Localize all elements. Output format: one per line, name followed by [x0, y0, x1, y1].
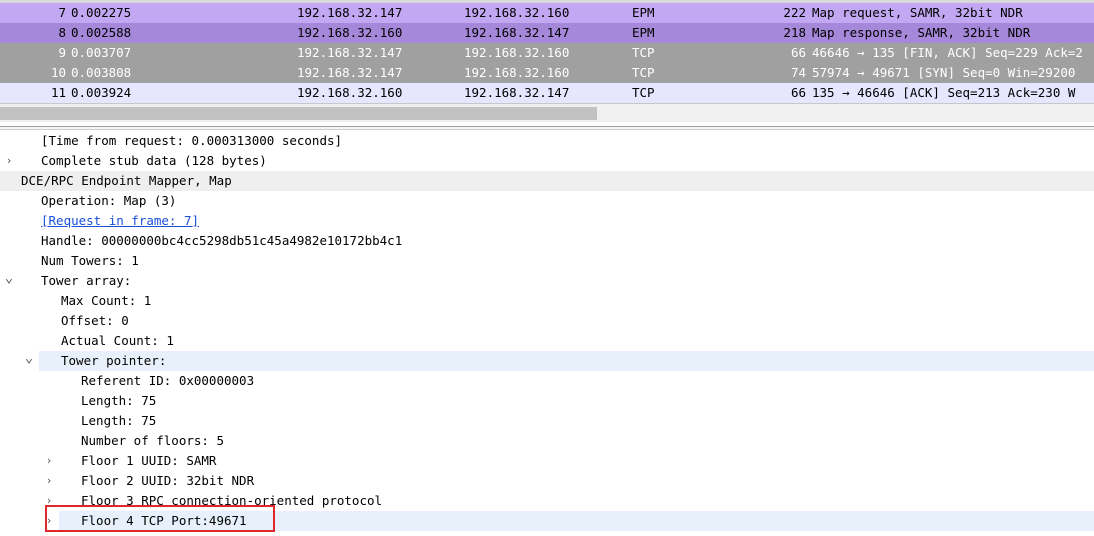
packet-cell-proto: TCP	[632, 65, 655, 80]
chevron-right-icon[interactable]: ›	[43, 451, 55, 471]
packet-cell-time: 0.002588	[71, 25, 132, 40]
tree-item-label: Length: 75	[81, 413, 157, 428]
tree-item-label: Complete stub data (128 bytes)	[41, 153, 267, 168]
tree-item[interactable]: ⌄ Tower pointer:	[25, 351, 1094, 371]
packet-cell-proto: TCP	[632, 85, 655, 100]
packet-cell-len: 66	[790, 85, 806, 100]
packet-cell-proto: EPM	[632, 5, 655, 20]
tree-item-label: [Time from request: 0.000313000 seconds]	[41, 133, 343, 148]
chevron-down-icon[interactable]: ⌄	[23, 351, 35, 365]
request-frame-link[interactable]: [Request in frame: 7]	[41, 211, 199, 231]
tree-item-label: Num Towers: 1	[41, 253, 139, 268]
tree-item[interactable]: Offset: 0	[0, 311, 1094, 331]
packet-cell-src: 192.168.32.147	[297, 45, 403, 60]
tree-item[interactable]: Actual Count: 1	[0, 331, 1094, 351]
tree-item[interactable]: ⌄ Tower array:	[0, 271, 1094, 291]
packet-cell-len: 66	[790, 45, 806, 60]
packet-cell-proto: EPM	[632, 25, 655, 40]
packet-cell-len: 74	[790, 65, 806, 80]
tree-item[interactable]: Length: 75	[0, 411, 1094, 431]
packet-cell-time: 0.003808	[71, 65, 132, 80]
packet-row[interactable]: 11 0.003924 192.168.32.160 192.168.32.147 TC…	[0, 83, 1094, 103]
tree-item-label: Handle: 00000000bc4cc5298db51c45a4982e10…	[41, 233, 403, 248]
tree-item-label: Max Count: 1	[61, 293, 152, 308]
annotation-highlight-box	[45, 505, 275, 532]
tree-item-label: Tower pointer:	[61, 353, 167, 368]
packet-cell-info: 46646 → 135 [FIN, ACK] Seq=229 Ack=2	[812, 45, 1083, 60]
packet-list: 7 0.002275 192.168.32.147 192.168.32.160 EPM…	[0, 0, 1094, 103]
packet-cell-time: 0.003707	[71, 45, 132, 60]
chevron-right-icon[interactable]: ›	[43, 471, 55, 491]
packet-cell-info: 135 → 46646 [ACK] Seq=213 Ack=230 W	[812, 85, 1076, 100]
packet-cell-len: 222	[783, 5, 806, 20]
tree-item-label: Offset: 0	[61, 313, 129, 328]
pane-splitter[interactable]	[0, 126, 1094, 130]
packet-row[interactable]: 7 0.002275 192.168.32.147 192.168.32.160 EPM…	[0, 3, 1094, 23]
packet-cell-dst: 192.168.32.160	[464, 5, 570, 20]
tree-item[interactable]: › Complete stub data (128 bytes)	[0, 151, 1094, 171]
tree-item[interactable]: Max Count: 1	[0, 291, 1094, 311]
tree-item[interactable]: › Floor 1 UUID: SAMR	[0, 451, 1094, 471]
tree-item[interactable]: Handle: 00000000bc4cc5298db51c45a4982e10…	[0, 231, 1094, 251]
tree-item-label: Floor 2 UUID: 32bit NDR	[81, 473, 255, 488]
packet-cell-src: 192.168.32.160	[297, 25, 403, 40]
scrollbar-thumb[interactable]	[0, 107, 597, 120]
packet-cell-no: 10	[50, 65, 66, 80]
packet-cell-no: 11	[50, 85, 66, 100]
tree-item[interactable]: Operation: Map (3)	[0, 191, 1094, 211]
packet-row[interactable]: 8 0.002588 192.168.32.160 192.168.32.147 EPM…	[0, 23, 1094, 43]
packet-cell-no: 7	[58, 5, 66, 20]
tree-item-label: Referent ID: 0x00000003	[81, 373, 255, 388]
tree-item-label: Actual Count: 1	[61, 333, 174, 348]
packet-cell-src: 192.168.32.160	[297, 85, 403, 100]
chevron-down-icon[interactable]: ⌄	[3, 271, 15, 285]
tree-item[interactable]: DCE/RPC Endpoint Mapper, Map	[0, 171, 1094, 191]
packet-cell-dst: 192.168.32.147	[464, 85, 570, 100]
tree-item[interactable]: [Request in frame: 7]	[0, 211, 1094, 231]
packet-cell-no: 8	[58, 25, 66, 40]
packet-cell-time: 0.003924	[71, 85, 132, 100]
tree-item[interactable]: [Time from request: 0.000313000 seconds]	[0, 131, 1094, 151]
tree-item[interactable]: Num Towers: 1	[0, 251, 1094, 271]
tree-item-label: Number of floors: 5	[81, 433, 224, 448]
packet-cell-len: 218	[783, 25, 806, 40]
tree-item[interactable]: Referent ID: 0x00000003	[0, 371, 1094, 391]
packet-cell-time: 0.002275	[71, 5, 132, 20]
tree-item-label: Length: 75	[81, 393, 157, 408]
packet-cell-dst: 192.168.32.160	[464, 45, 570, 60]
tree-item-label: Operation: Map (3)	[41, 193, 177, 208]
tree-item-label: Tower array:	[41, 273, 132, 288]
packet-cell-proto: TCP	[632, 45, 655, 60]
tree-item-label: DCE/RPC Endpoint Mapper, Map	[21, 173, 232, 188]
packet-cell-info: Map request, SAMR, 32bit NDR	[812, 5, 1023, 20]
packet-cell-dst: 192.168.32.147	[464, 25, 570, 40]
packet-row[interactable]: 10 0.003808 192.168.32.147 192.168.32.160 TC…	[0, 63, 1094, 83]
packet-cell-no: 9	[58, 45, 66, 60]
tree-item[interactable]: Number of floors: 5	[0, 431, 1094, 451]
packet-cell-dst: 192.168.32.160	[464, 65, 570, 80]
packet-row[interactable]: 9 0.003707 192.168.32.147 192.168.32.160 TCP…	[0, 43, 1094, 63]
packet-cell-src: 192.168.32.147	[297, 5, 403, 20]
packet-details-tree: [Time from request: 0.000313000 seconds]…	[0, 131, 1094, 536]
chevron-right-icon[interactable]: ›	[3, 151, 15, 171]
packet-cell-info: 57974 → 49671 [SYN] Seq=0 Win=29200	[812, 65, 1076, 80]
packet-list-horizontal-scrollbar[interactable]	[0, 103, 1094, 122]
tree-item-label: Floor 1 UUID: SAMR	[81, 453, 217, 468]
tree-item[interactable]: › Floor 2 UUID: 32bit NDR	[0, 471, 1094, 491]
tree-item[interactable]: Length: 75	[0, 391, 1094, 411]
packet-cell-info: Map response, SAMR, 32bit NDR	[812, 25, 1031, 40]
packet-cell-src: 192.168.32.147	[297, 65, 403, 80]
